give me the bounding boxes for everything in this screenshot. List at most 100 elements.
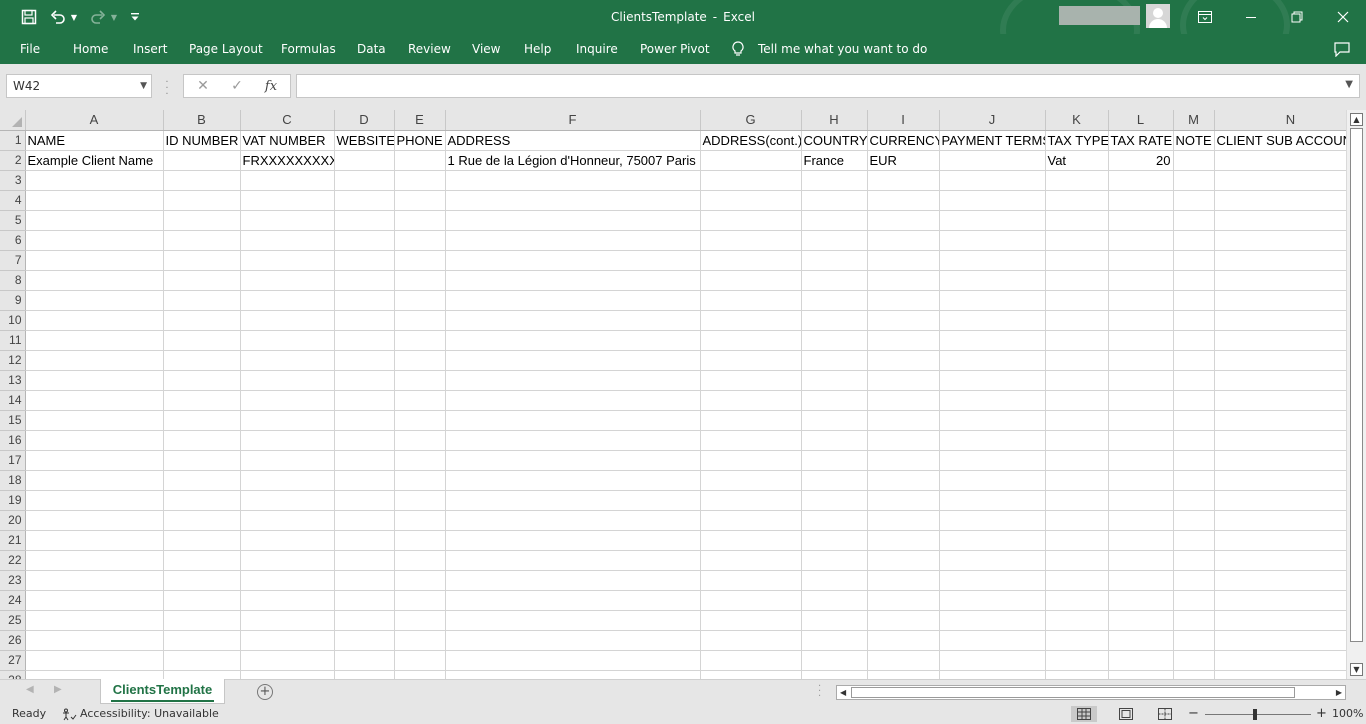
cell-i21[interactable] [867,530,940,551]
cell-j17[interactable] [939,450,1046,471]
cell-m11[interactable] [1173,330,1215,351]
cell-j18[interactable] [939,470,1046,491]
cell-e18[interactable] [394,470,446,491]
cell-m6[interactable] [1173,230,1215,251]
cell-g16[interactable] [700,430,802,451]
cell-j16[interactable] [939,430,1046,451]
row-header[interactable]: 5 [0,210,26,231]
cell-i1[interactable]: CURRENCY [867,130,940,151]
cell-m2[interactable] [1173,150,1215,171]
cell-j12[interactable] [939,350,1046,371]
cell-g26[interactable] [700,630,802,651]
cell-b5[interactable] [163,210,241,231]
column-header-j[interactable]: J [939,110,1046,131]
cell-c4[interactable] [240,190,335,211]
cell-k20[interactable] [1045,510,1109,531]
cell-n25[interactable] [1214,610,1346,631]
cell-b28[interactable] [163,670,241,679]
cell-n17[interactable] [1214,450,1346,471]
cell-h27[interactable] [801,650,868,671]
cell-k8[interactable] [1045,270,1109,291]
cell-m19[interactable] [1173,490,1215,511]
cell-k9[interactable] [1045,290,1109,311]
formula-input[interactable]: ▼ [296,74,1360,98]
cell-d24[interactable] [334,590,395,611]
cell-e21[interactable] [394,530,446,551]
cell-n20[interactable] [1214,510,1346,531]
cell-a23[interactable] [25,570,164,591]
cell-i6[interactable] [867,230,940,251]
cell-m3[interactable] [1173,170,1215,191]
column-header-b[interactable]: B [163,110,241,131]
cell-a22[interactable] [25,550,164,571]
cell-d1[interactable]: WEBSITE [334,130,395,151]
cell-e17[interactable] [394,450,446,471]
cell-k26[interactable] [1045,630,1109,651]
cell-l28[interactable] [1108,670,1174,679]
cell-d2[interactable] [334,150,395,171]
cell-c28[interactable] [240,670,335,679]
cell-e14[interactable] [394,390,446,411]
cell-n10[interactable] [1214,310,1346,331]
scroll-up-icon[interactable]: ▲ [1350,113,1363,126]
cell-i3[interactable] [867,170,940,191]
tell-me-search[interactable]: Tell me what you want to do [758,34,927,64]
cell-k16[interactable] [1045,430,1109,451]
cell-a1[interactable]: NAME [25,130,164,151]
cell-k23[interactable] [1045,570,1109,591]
cell-e4[interactable] [394,190,446,211]
cell-a17[interactable] [25,450,164,471]
cell-d14[interactable] [334,390,395,411]
cell-m22[interactable] [1173,550,1215,571]
cell-h11[interactable] [801,330,868,351]
cell-c3[interactable] [240,170,335,191]
normal-view-icon[interactable] [1071,706,1097,722]
cell-n21[interactable] [1214,530,1346,551]
column-header-l[interactable]: L [1108,110,1174,131]
cell-l27[interactable] [1108,650,1174,671]
cell-d28[interactable] [334,670,395,679]
cell-k28[interactable] [1045,670,1109,679]
column-header-n[interactable]: N [1214,110,1346,131]
cell-l14[interactable] [1108,390,1174,411]
cell-j15[interactable] [939,410,1046,431]
cell-a13[interactable] [25,370,164,391]
tab-insert[interactable]: Insert [133,34,167,64]
column-header-k[interactable]: K [1045,110,1109,131]
cell-h25[interactable] [801,610,868,631]
cell-e27[interactable] [394,650,446,671]
cell-i19[interactable] [867,490,940,511]
cell-i10[interactable] [867,310,940,331]
cell-c19[interactable] [240,490,335,511]
row-header[interactable]: 23 [0,570,26,591]
cell-f23[interactable] [445,570,701,591]
cell-i12[interactable] [867,350,940,371]
cell-b20[interactable] [163,510,241,531]
cell-b24[interactable] [163,590,241,611]
cell-k27[interactable] [1045,650,1109,671]
cell-b7[interactable] [163,250,241,271]
cell-d16[interactable] [334,430,395,451]
cell-h26[interactable] [801,630,868,651]
cell-g7[interactable] [700,250,802,271]
cell-f4[interactable] [445,190,701,211]
cell-i20[interactable] [867,510,940,531]
cell-m5[interactable] [1173,210,1215,231]
cell-c10[interactable] [240,310,335,331]
cell-h18[interactable] [801,470,868,491]
cell-e2[interactable] [394,150,446,171]
cell-g22[interactable] [700,550,802,571]
cell-c1[interactable]: VAT NUMBER [240,130,335,151]
cell-l11[interactable] [1108,330,1174,351]
cell-i22[interactable] [867,550,940,571]
cell-g24[interactable] [700,590,802,611]
cell-g14[interactable] [700,390,802,411]
cell-m21[interactable] [1173,530,1215,551]
cell-l8[interactable] [1108,270,1174,291]
cell-d15[interactable] [334,410,395,431]
cell-e11[interactable] [394,330,446,351]
cell-b10[interactable] [163,310,241,331]
row-header[interactable]: 27 [0,650,26,671]
cell-l5[interactable] [1108,210,1174,231]
cell-e1[interactable]: PHONE [394,130,446,151]
